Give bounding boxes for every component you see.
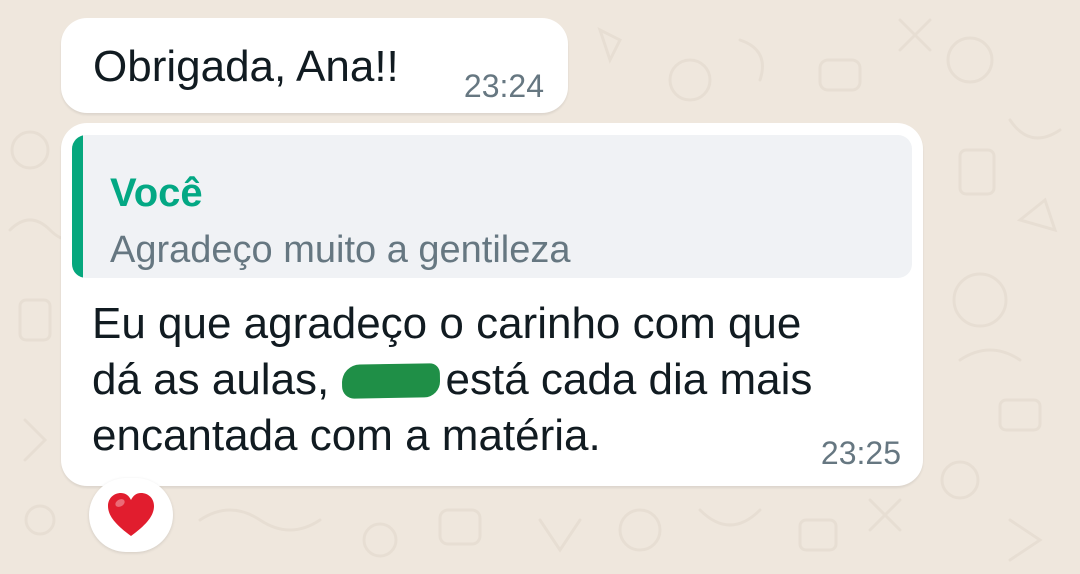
quoted-message[interactable]: Você Agradeço muito a gentileza bbox=[72, 135, 912, 278]
message-line-2-start: dá as aulas, bbox=[92, 355, 330, 404]
quote-text: Agradeço muito a gentileza bbox=[110, 229, 571, 271]
message-text: Eu que agradeço o carinho com que dá as … bbox=[92, 296, 872, 464]
message-text: Obrigada, Ana!! bbox=[93, 42, 399, 91]
quote-author: Você bbox=[110, 171, 203, 215]
redacted-name bbox=[341, 363, 440, 399]
message-line-3: encantada com a matéria. bbox=[92, 411, 601, 460]
heart-icon bbox=[108, 493, 154, 536]
message-line-1: Eu que agradeço o carinho com que bbox=[92, 299, 802, 348]
message-bubble-reply[interactable]: Você Agradeço muito a gentileza Eu que a… bbox=[61, 123, 923, 486]
reaction-badge[interactable] bbox=[89, 478, 173, 552]
message-line-2-end: está cada dia mais bbox=[445, 355, 813, 404]
message-timestamp: 23:25 bbox=[820, 435, 901, 471]
message-timestamp: 23:24 bbox=[463, 68, 544, 104]
message-bubble-received[interactable]: Obrigada, Ana!! 23:24 bbox=[61, 18, 568, 113]
quote-accent-bar bbox=[72, 135, 83, 278]
